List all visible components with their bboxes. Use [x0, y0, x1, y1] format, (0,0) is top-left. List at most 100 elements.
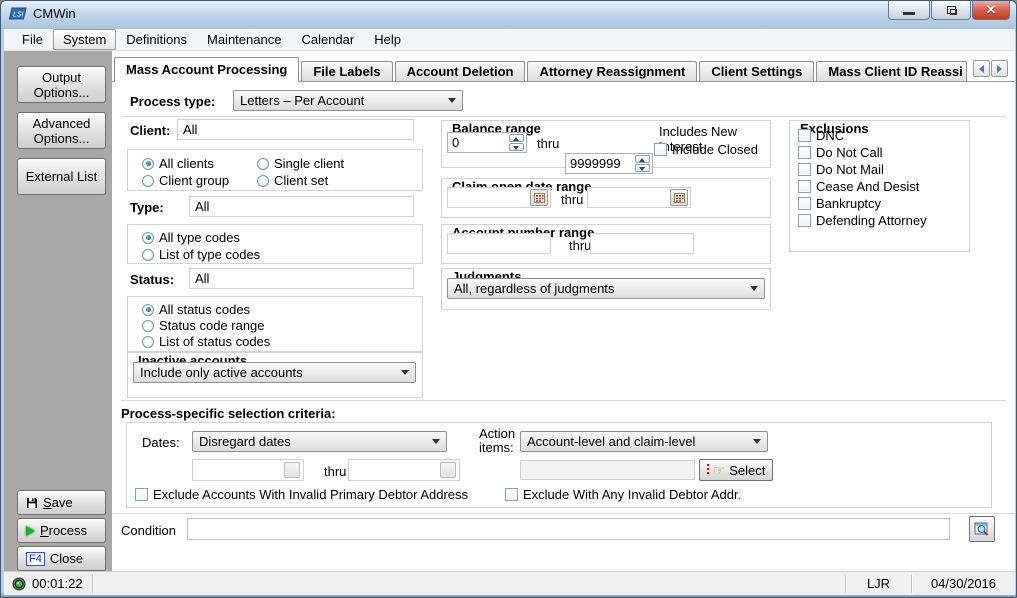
separator-line	[121, 400, 1006, 401]
radio-client-group[interactable]: Client group	[142, 173, 229, 188]
balance-from-spinner[interactable]: 0	[447, 132, 527, 153]
menu-help[interactable]: Help	[364, 29, 411, 50]
tab-page-mass-account-processing: Process type: Letters – Per Account Clie…	[112, 81, 1015, 571]
close-icon: ✕	[986, 2, 997, 18]
separator-line	[121, 116, 1006, 117]
sidebar: Output Options... Advanced Options... Ex…	[4, 51, 112, 571]
minimize-icon	[903, 12, 915, 15]
type-value-field[interactable]: All	[189, 196, 414, 217]
tab-scroll-left-button[interactable]	[973, 60, 990, 77]
elapsed-time: 00:01:22	[32, 576, 83, 591]
spin-down-icon[interactable]	[509, 143, 524, 151]
spin-up-icon[interactable]	[635, 155, 650, 163]
account-number-from-field[interactable]	[447, 233, 551, 254]
exclusions-group: Exclusions DNC Do Not Call Do Not Mail C…	[789, 120, 970, 252]
output-options-button[interactable]: Output Options...	[17, 66, 106, 103]
select-button[interactable]: ☞ Select	[699, 459, 773, 481]
close-form-button[interactable]: F4 Close	[17, 546, 106, 571]
separator-line	[112, 513, 1015, 514]
include-closed-checkbox[interactable]: Include Closed	[654, 142, 758, 157]
action-items-dropdown[interactable]: Account-level and claim-level	[520, 431, 768, 452]
process-label: Process	[40, 523, 87, 538]
balance-to-spinner[interactable]: 9999999	[565, 153, 653, 174]
condition-input[interactable]	[187, 518, 950, 540]
exclusion-do-not-mail-checkbox[interactable]: Do Not Mail	[798, 162, 884, 177]
radio-client-set[interactable]: Client set	[257, 173, 328, 188]
restore-button[interactable]	[931, 1, 971, 20]
inactive-accounts-value: Include only active accounts	[140, 365, 303, 380]
spin-up-icon[interactable]	[509, 134, 524, 142]
red-dots-icon	[707, 464, 709, 476]
floppy-disk-icon	[26, 497, 38, 509]
exclusion-defending-attorney-checkbox[interactable]: Defending Attorney	[798, 213, 927, 228]
status-date: 04/30/2016	[931, 576, 996, 591]
dates-dropdown[interactable]: Disregard dates	[192, 431, 447, 452]
process-type-dropdown[interactable]: Letters – Per Account	[233, 90, 463, 111]
minimize-button[interactable]	[888, 1, 930, 20]
radio-list-of-status-codes[interactable]: List of status codes	[142, 334, 270, 349]
arrow-left-icon	[979, 65, 984, 73]
radio-all-clients[interactable]: All clients	[142, 156, 214, 171]
claim-date-to-field[interactable]	[587, 187, 691, 208]
type-value: All	[195, 199, 209, 214]
radio-single-client[interactable]: Single client	[257, 156, 344, 171]
calendar-button-disabled	[284, 462, 300, 478]
advanced-options-button[interactable]: Advanced Options...	[17, 112, 106, 149]
condition-label: Condition	[121, 523, 176, 538]
client-value-field[interactable]: All	[177, 119, 414, 140]
judgments-dropdown[interactable]: All, regardless of judgments	[447, 278, 765, 299]
action-items-value: Account-level and claim-level	[527, 434, 695, 449]
dates-label: Dates:	[142, 435, 180, 450]
menu-definitions[interactable]: Definitions	[116, 29, 197, 50]
claim-date-from-field[interactable]	[447, 187, 551, 208]
balance-to-value: 9999999	[570, 156, 621, 171]
calendar-button[interactable]	[530, 189, 548, 206]
condition-lookup-button[interactable]	[969, 516, 995, 542]
exclusion-do-not-call-checkbox[interactable]: Do Not Call	[798, 145, 882, 160]
account-number-to-field[interactable]	[590, 233, 694, 254]
radio-status-code-range[interactable]: Status code range	[142, 318, 265, 333]
spin-down-icon[interactable]	[635, 164, 650, 172]
radio-all-status-codes[interactable]: All status codes	[142, 302, 250, 317]
claim-date-thru-label: thru	[561, 192, 583, 207]
tab-mass-account-processing[interactable]: Mass Account Processing	[114, 57, 299, 82]
select-label: Select	[729, 463, 765, 478]
judgments-group: Judgments All, regardless of judgments	[441, 268, 771, 310]
process-button[interactable]: Process	[17, 518, 106, 543]
radio-list-of-type-codes[interactable]: List of type codes	[142, 247, 260, 262]
criteria-date-from-field[interactable]	[192, 459, 304, 481]
menu-file[interactable]: File	[12, 29, 53, 50]
exclude-invalid-primary-address-checkbox[interactable]: Exclude Accounts With Invalid Primary De…	[135, 487, 468, 502]
status-options-group: All status codes Status code range List …	[127, 296, 423, 352]
calendar-button[interactable]	[670, 189, 688, 206]
save-button[interactable]: Save	[17, 490, 106, 515]
status-value-field[interactable]: All	[189, 268, 414, 289]
magnifier-window-icon	[974, 521, 990, 537]
exclude-any-invalid-address-checkbox[interactable]: Exclude With Any Invalid Debtor Addr.	[505, 487, 741, 502]
client-value: All	[183, 122, 197, 137]
tab-attorney-reassignment[interactable]: Attorney Reassignment	[527, 61, 697, 82]
tab-mass-client-id-reassignment[interactable]: Mass Client ID Reassi	[816, 61, 967, 82]
tab-account-deletion[interactable]: Account Deletion	[395, 61, 526, 82]
tab-client-settings[interactable]: Client Settings	[699, 61, 814, 82]
tab-scroll-right-button[interactable]	[991, 60, 1008, 77]
exclusion-bankruptcy-checkbox[interactable]: Bankruptcy	[798, 196, 881, 211]
tab-file-labels[interactable]: File Labels	[301, 61, 392, 82]
save-label: Save	[43, 495, 73, 510]
close-button[interactable]: ✕	[972, 1, 1010, 20]
menu-maintenance[interactable]: Maintenance	[197, 29, 291, 50]
inactive-accounts-dropdown[interactable]: Include only active accounts	[133, 362, 416, 383]
claim-open-date-range-group: Claim open date range thru	[441, 178, 771, 218]
criteria-date-to-field[interactable]	[348, 459, 460, 481]
menu-calendar[interactable]: Calendar	[291, 29, 364, 50]
radio-all-type-codes[interactable]: All type codes	[142, 230, 240, 245]
inactive-accounts-group: Inactive accounts Include only active ac…	[127, 352, 423, 398]
exclusion-cease-and-desist-checkbox[interactable]: Cease And Desist	[798, 179, 919, 194]
f4-key-badge: F4	[26, 552, 45, 566]
action-selection-field	[520, 460, 695, 480]
status-bar: 00:01:22 LJR 04/30/2016	[4, 571, 1015, 595]
external-list-button[interactable]: External List	[17, 158, 106, 195]
menu-system[interactable]: System	[53, 29, 116, 50]
process-type-value: Letters – Per Account	[240, 93, 364, 108]
exclusion-dnc-checkbox[interactable]: DNC	[798, 128, 844, 143]
